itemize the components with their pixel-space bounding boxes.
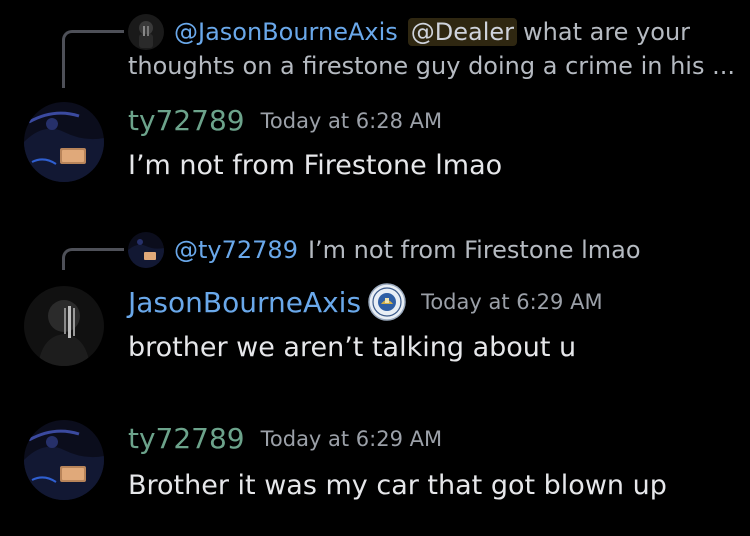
reply-preview-continued[interactable]: thoughts on a firestone guy doing a crim… [128, 52, 735, 80]
avatar-ty72789[interactable] [24, 420, 104, 500]
reply-preview[interactable]: @ty72789 I’m not from Firestone lmao [128, 232, 641, 268]
message-header: JasonBourneAxis Today at 6:29 AM [128, 282, 603, 322]
reply-author[interactable]: @JasonBourneAxis [174, 18, 398, 46]
reply-avatar-icon [128, 232, 164, 268]
timestamp: Today at 6:29 AM [421, 290, 603, 314]
reply-mention[interactable]: @Dealer [407, 18, 518, 46]
reply-text-line2: thoughts on a firestone guy doing a crim… [128, 52, 735, 80]
car-interior-avatar-icon [24, 102, 104, 182]
message-text: I’m not from Firestone lmao [128, 150, 503, 181]
car-interior-avatar-icon [24, 420, 104, 500]
reply-preview[interactable]: @JasonBourneAxis @Dealer what are your [128, 14, 690, 50]
username[interactable]: ty72789 [128, 422, 245, 455]
reply-connector [62, 30, 124, 88]
username[interactable]: ty72789 [128, 104, 245, 137]
reply-author[interactable]: @ty72789 [174, 236, 298, 264]
message-header: ty72789 Today at 6:29 AM [128, 422, 442, 455]
message-text: brother we aren’t talking about u [128, 332, 577, 363]
timestamp: Today at 6:28 AM [260, 108, 443, 133]
reply-text: I’m not from Firestone lmao [307, 236, 641, 264]
chat-message-list: @JasonBourneAxis @Dealer what are your t… [0, 0, 750, 536]
message-header: ty72789 Today at 6:28 AM [128, 104, 442, 137]
reply-text: what are your [523, 18, 691, 46]
username[interactable]: JasonBourneAxis [128, 286, 361, 319]
seal-badge-icon[interactable] [367, 282, 407, 322]
avatar-jasonbourneaxis[interactable] [24, 286, 104, 366]
timestamp: Today at 6:29 AM [260, 426, 443, 451]
reply-connector [62, 248, 124, 270]
dark-figure-avatar-icon [24, 286, 104, 366]
reply-avatar-icon [128, 14, 164, 50]
message-text: Brother it was my car that got blown up [128, 470, 667, 501]
avatar-ty72789[interactable] [24, 102, 104, 182]
